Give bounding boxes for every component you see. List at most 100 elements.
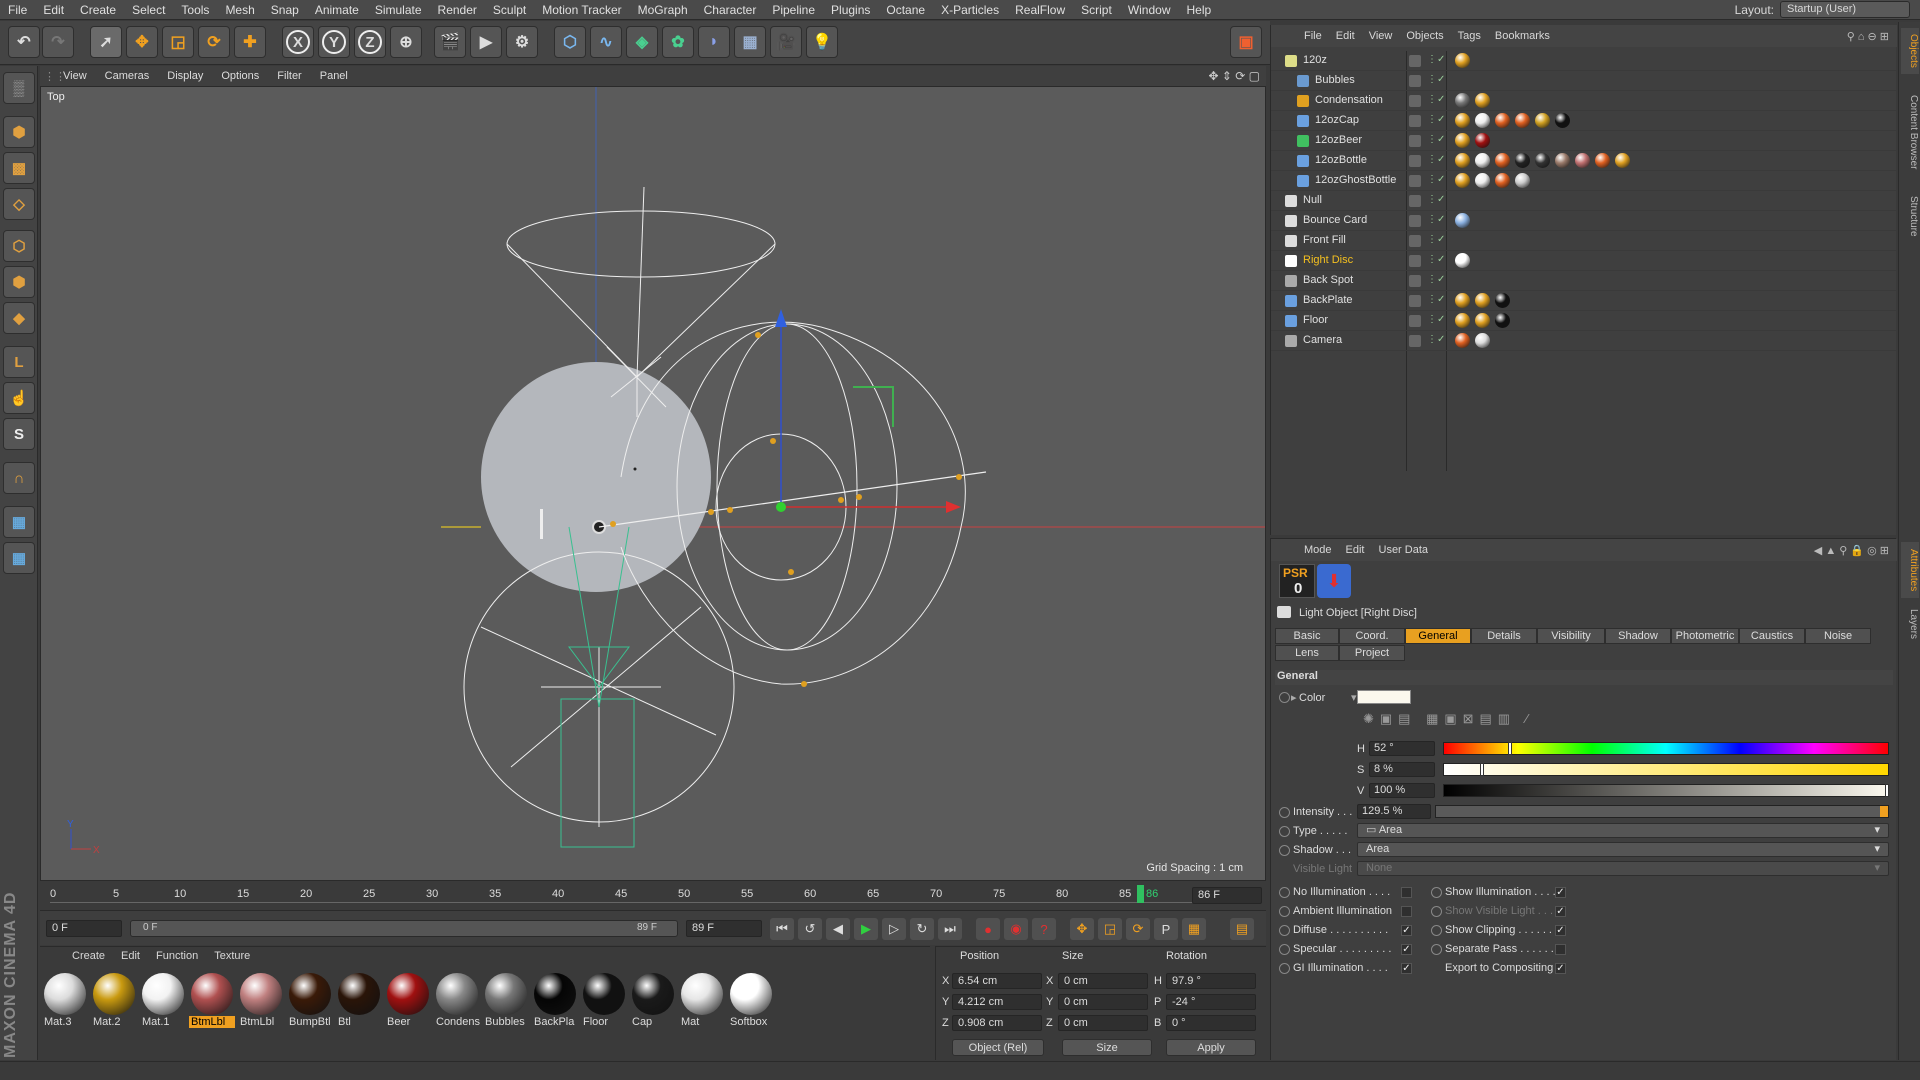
key-scale-icon[interactable]: ◲ bbox=[1098, 918, 1122, 940]
object-tag-icon[interactable] bbox=[1515, 153, 1530, 168]
menu-realflow[interactable]: RealFlow bbox=[1007, 3, 1073, 17]
scale-tool-icon[interactable]: ◲ bbox=[162, 26, 194, 58]
menu-pipeline[interactable]: Pipeline bbox=[764, 3, 823, 17]
menu-window[interactable]: Window bbox=[1120, 3, 1179, 17]
menu-tools[interactable]: Tools bbox=[173, 3, 217, 17]
transform-tool-icon[interactable]: ✚ bbox=[234, 26, 266, 58]
option-checkbox[interactable] bbox=[1401, 887, 1412, 898]
material-item[interactable]: Condens bbox=[434, 973, 480, 1028]
object-tag-icon[interactable] bbox=[1515, 113, 1530, 128]
shadow-dropdown[interactable]: Area ▾ bbox=[1357, 842, 1889, 857]
hue-field[interactable]: 52 ° bbox=[1369, 741, 1435, 756]
render-view-icon[interactable]: 🎬 bbox=[434, 26, 466, 58]
workplane-mode-icon[interactable]: ◇ bbox=[3, 188, 35, 220]
layer-swatch[interactable] bbox=[1409, 215, 1421, 227]
object-row[interactable]: Back Spot ⋮✓ bbox=[1271, 271, 1897, 291]
object-tag-icon[interactable] bbox=[1495, 153, 1510, 168]
object-tag-icon[interactable] bbox=[1495, 113, 1510, 128]
object-tag-icon[interactable] bbox=[1555, 113, 1570, 128]
layer-swatch[interactable] bbox=[1409, 235, 1421, 247]
attr-menu-mode[interactable]: Mode bbox=[1297, 544, 1339, 556]
points-mode-icon[interactable]: ⬡ bbox=[3, 230, 35, 262]
tab-coord[interactable]: Coord. bbox=[1339, 628, 1405, 644]
object-tag-icon[interactable] bbox=[1455, 173, 1470, 188]
material-menu-create[interactable]: Create bbox=[64, 950, 113, 962]
intensity-field[interactable]: 129.5 % bbox=[1357, 804, 1431, 819]
object-tag-icon[interactable] bbox=[1495, 173, 1510, 188]
material-item[interactable]: Mat.1 bbox=[140, 973, 186, 1028]
hue-slider[interactable] bbox=[1443, 742, 1889, 755]
object-tag-icon[interactable] bbox=[1455, 313, 1470, 328]
layer-swatch[interactable] bbox=[1409, 155, 1421, 167]
viewport-menu-view[interactable]: View bbox=[54, 70, 96, 82]
playhead[interactable] bbox=[1137, 885, 1144, 903]
object-tag-icon[interactable] bbox=[1455, 213, 1470, 228]
planar-workplane-icon[interactable]: ▦ bbox=[3, 542, 35, 574]
layer-swatch[interactable] bbox=[1409, 55, 1421, 67]
tab-basic[interactable]: Basic bbox=[1275, 628, 1339, 644]
side-tab-objects[interactable]: Objects bbox=[1901, 28, 1919, 74]
visibility-toggle-icon[interactable]: ⋮✓ bbox=[1427, 274, 1445, 285]
viewport-menu-panel[interactable]: Panel bbox=[311, 70, 357, 82]
material-menu-edit[interactable]: Edit bbox=[113, 950, 148, 962]
material-item[interactable]: Beer bbox=[385, 973, 431, 1028]
option-anim-radio[interactable] bbox=[1279, 887, 1290, 898]
visibility-toggle-icon[interactable]: ⋮✓ bbox=[1427, 254, 1445, 265]
visibility-toggle-icon[interactable]: ⋮✓ bbox=[1427, 74, 1445, 85]
object-tag-icon[interactable] bbox=[1595, 153, 1610, 168]
autokey-icon[interactable]: ◉ bbox=[1004, 918, 1028, 940]
object-tag-icon[interactable] bbox=[1475, 153, 1490, 168]
visible-light-dropdown[interactable]: None ▾ bbox=[1357, 861, 1889, 876]
tab-project[interactable]: Project bbox=[1339, 645, 1405, 661]
deformer-icon[interactable]: ◗ bbox=[698, 26, 730, 58]
menu-character[interactable]: Character bbox=[696, 3, 765, 17]
menu-file[interactable]: File bbox=[0, 3, 35, 17]
visibility-toggle-icon[interactable]: ⋮✓ bbox=[1427, 314, 1445, 325]
attr-menu-user-data[interactable]: User Data bbox=[1372, 544, 1436, 556]
option-anim-radio[interactable] bbox=[1431, 887, 1442, 898]
option-anim-radio[interactable] bbox=[1431, 944, 1442, 955]
viewport-top[interactable]: Top Y X Grid Spacing: 1 cm bbox=[40, 86, 1266, 881]
search-icon[interactable]: ⚲ ⌂ ⊖ ⊞ bbox=[1840, 30, 1897, 43]
layer-swatch[interactable] bbox=[1409, 295, 1421, 307]
saturation-knob[interactable] bbox=[1480, 763, 1484, 776]
object-tag-icon[interactable] bbox=[1455, 253, 1470, 268]
layer-swatch[interactable] bbox=[1409, 195, 1421, 207]
tab-general[interactable]: General bbox=[1405, 628, 1471, 644]
object-tag-icon[interactable] bbox=[1475, 313, 1490, 328]
object-tag-icon[interactable] bbox=[1475, 333, 1490, 348]
layer-swatch[interactable] bbox=[1409, 315, 1421, 327]
option-anim-radio[interactable] bbox=[1279, 963, 1290, 974]
object-tag-icon[interactable] bbox=[1575, 153, 1590, 168]
color-dropdown-icon[interactable]: ▾ bbox=[1351, 691, 1357, 704]
object-row[interactable]: BackPlate ⋮✓ bbox=[1271, 291, 1897, 311]
layer-swatch[interactable] bbox=[1409, 95, 1421, 107]
object-tag-icon[interactable] bbox=[1475, 93, 1490, 108]
key-rotation-icon[interactable]: ⟳ bbox=[1126, 918, 1150, 940]
record-icon[interactable]: ● bbox=[976, 918, 1000, 940]
size-mode-dropdown[interactable]: Size bbox=[1062, 1039, 1152, 1056]
layer-swatch[interactable] bbox=[1409, 75, 1421, 87]
type-anim-radio[interactable] bbox=[1279, 826, 1290, 837]
menu-render[interactable]: Render bbox=[430, 3, 485, 17]
option-checkbox[interactable]: ✓ bbox=[1401, 963, 1412, 974]
tab-lens[interactable]: Lens bbox=[1275, 645, 1339, 661]
object-tag-icon[interactable] bbox=[1455, 53, 1470, 68]
option-checkbox[interactable]: ✓ bbox=[1401, 944, 1412, 955]
option-checkbox[interactable] bbox=[1401, 906, 1412, 917]
material-item[interactable]: Mat.2 bbox=[91, 973, 137, 1028]
current-frame-field[interactable]: 86 F bbox=[1192, 887, 1262, 904]
previous-frame-icon[interactable]: ◀ bbox=[826, 918, 850, 940]
obj-menu-view[interactable]: View bbox=[1362, 30, 1400, 42]
keyframe-selection-icon[interactable]: ? bbox=[1032, 918, 1056, 940]
polygons-mode-icon[interactable]: ◆ bbox=[3, 302, 35, 334]
object-tag-icon[interactable] bbox=[1495, 313, 1510, 328]
object-row[interactable]: Right Disc ⋮✓ bbox=[1271, 251, 1897, 271]
viewport-menu-display[interactable]: Display bbox=[158, 70, 212, 82]
camera-icon[interactable]: 🎥 bbox=[770, 26, 802, 58]
visibility-toggle-icon[interactable]: ⋮✓ bbox=[1427, 114, 1445, 125]
menu-mesh[interactable]: Mesh bbox=[217, 3, 262, 17]
material-menu-texture[interactable]: Texture bbox=[206, 950, 258, 962]
position-z-field[interactable]: 0.908 cm bbox=[952, 1015, 1042, 1031]
obj-menu-objects[interactable]: Objects bbox=[1399, 30, 1450, 42]
